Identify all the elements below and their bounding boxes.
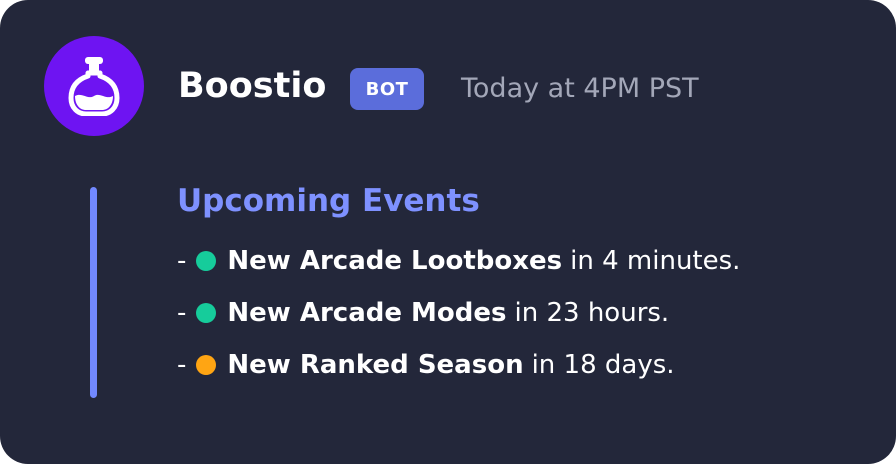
list-item: - New Arcade Lootboxes in 4 minutes. [177,235,740,287]
status-dot-icon [196,251,217,271]
avatar[interactable] [44,36,144,136]
list-item: - New Ranked Season in 18 days. [177,339,740,391]
potion-bottle-icon [68,57,120,116]
event-name: New Arcade Modes [227,298,507,328]
event-time: in 18 days. [531,350,675,380]
username[interactable]: Boostio [178,62,326,110]
list-dash: - [177,298,187,328]
embed-accent-bar [90,187,97,398]
event-time: in 23 hours. [514,298,670,328]
event-name: New Ranked Season [227,350,524,380]
events-list: - New Arcade Lootboxes in 4 minutes. - N… [177,235,740,391]
embed-title: Upcoming Events [177,183,480,219]
list-dash: - [177,246,187,276]
status-dot-icon [196,355,217,375]
event-time: in 4 minutes. [570,246,741,276]
message-card: Boostio BOT Today at 4PM PST Upcoming Ev… [0,0,896,464]
status-dot-icon [196,303,217,323]
bot-badge: BOT [350,68,424,110]
list-item: - New Arcade Modes in 23 hours. [177,287,740,339]
timestamp: Today at 4PM PST [461,73,699,104]
event-name: New Arcade Lootboxes [227,246,563,276]
list-dash: - [177,350,187,380]
